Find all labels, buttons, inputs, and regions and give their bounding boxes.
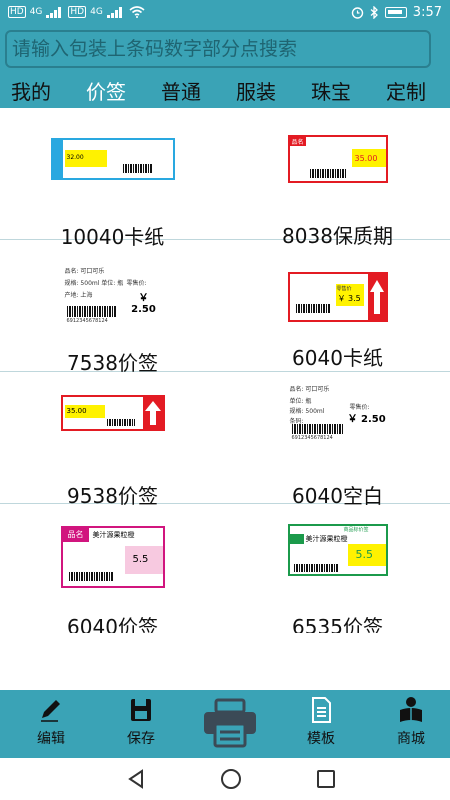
floppy-disk-icon xyxy=(131,699,151,721)
network-type: 4G xyxy=(29,7,43,17)
network-type-2: 4G xyxy=(90,7,103,17)
tab-mine[interactable]: 我的 xyxy=(11,76,51,105)
label-price-text: 35.00 xyxy=(354,154,378,163)
template-row: 品名: 可口可乐 规格: 500ml 单位: 瓶 产地: 上海 零售价: ￥ 2… xyxy=(0,240,450,375)
label-line: 规格: 500ml 单位: 瓶 xyxy=(64,280,124,287)
tab-jewelry[interactable]: 珠宝 xyxy=(311,76,351,105)
bottom-nav: 编辑 保存 模板 商城 xyxy=(0,690,450,758)
header: 我的 价签 普通 服装 珠宝 定制 xyxy=(0,28,450,108)
nav-mall[interactable]: 商城 xyxy=(376,696,446,748)
template-preview-7538: 品名: 可口可乐 规格: 500ml 单位: 瓶 产地: 上海 零售价: ￥ 2… xyxy=(62,262,163,328)
recents-icon[interactable] xyxy=(316,768,336,790)
status-bar: HD 4G HD 4G 3:57 xyxy=(0,0,450,28)
label-price-text: 32.00 xyxy=(66,154,84,161)
label-price-text: 5.5 xyxy=(355,548,374,561)
label-product: 美汁源果粒橙 xyxy=(305,535,348,543)
back-icon[interactable] xyxy=(126,768,146,790)
label-price-text: ￥ 2.50 xyxy=(347,414,386,425)
label-header: 商品标价签 xyxy=(343,527,369,533)
label-barcode-number: 6912345678124 xyxy=(291,435,333,441)
nav-mall-label: 商城 xyxy=(397,731,425,747)
template-grid: 32.00 10040卡纸 品名 35.00 8038保质期 品名: 可口可乐 … xyxy=(0,108,450,633)
template-preview-6040-blank: 品名: 可口可乐 单位: 瓶 规格: 500ml 条码: 零售价: ￥ 2.50… xyxy=(287,378,388,444)
tab-price-tags[interactable]: 价签 xyxy=(86,76,126,105)
template-card[interactable]: 品名 美汁源果粒橙 5.5 6040价签 xyxy=(0,504,225,633)
label-line: 规格: 500ml xyxy=(289,408,325,415)
search-box[interactable] xyxy=(5,30,431,68)
nav-save-label: 保存 xyxy=(127,731,155,747)
label-price-text: 35.00 xyxy=(66,407,87,415)
up-arrow-icon xyxy=(369,280,384,314)
tab-custom[interactable]: 定制 xyxy=(386,76,426,105)
label-line: 零售价: xyxy=(126,280,147,287)
system-navigation-bar xyxy=(0,758,450,800)
document-icon xyxy=(312,697,331,723)
template-row: 32.00 10040卡纸 品名 35.00 8038保质期 xyxy=(0,108,450,249)
template-card[interactable]: 品名 35.00 8038保质期 xyxy=(225,108,450,248)
template-preview-10040: 32.00 xyxy=(50,138,175,180)
status-right-indicators: 3:57 xyxy=(351,5,442,20)
status-left-indicators: HD 4G HD 4G xyxy=(8,6,145,18)
template-name: 6040卡纸 xyxy=(292,346,383,370)
template-card[interactable]: 32.00 10040卡纸 xyxy=(0,108,225,249)
template-preview-9538: 35.00 xyxy=(60,395,165,431)
category-tabs: 我的 价签 普通 服装 珠宝 定制 xyxy=(0,74,450,108)
label-price-text: ￥ 3.5 xyxy=(337,294,361,303)
label-pinming: 品名 xyxy=(62,528,89,542)
tab-normal[interactable]: 普通 xyxy=(161,76,201,105)
pencil-icon xyxy=(41,700,60,722)
nav-template-label: 模板 xyxy=(307,731,335,747)
nav-template[interactable]: 模板 xyxy=(286,696,356,748)
label-line: 品名: 可口可乐 xyxy=(64,268,105,275)
template-card[interactable]: 品名: 可口可乐 单位: 瓶 规格: 500ml 条码: 零售价: ￥ 2.50… xyxy=(225,372,450,508)
template-card[interactable]: 35.00 9538价签 xyxy=(0,372,225,508)
template-name: 6535价签 xyxy=(292,615,383,633)
battery-icon xyxy=(384,7,407,18)
template-card[interactable]: 品名: 可口可乐 规格: 500ml 单位: 瓶 产地: 上海 零售价: ￥ 2… xyxy=(0,240,225,375)
label-barcode-number: 6912345678124 xyxy=(66,318,108,324)
template-card[interactable]: 零售价 ￥ 3.5 6040卡纸 xyxy=(225,240,450,372)
template-row: 品名 美汁源果粒橙 5.5 6040价签 商品标价签 美汁源果粒橙 5.5 65… xyxy=(0,504,450,633)
wifi-icon xyxy=(129,6,145,18)
label-line: 品名: 可口可乐 xyxy=(289,386,330,393)
label-price-text: ￥ 2.50 xyxy=(131,293,156,315)
search-input[interactable] xyxy=(7,32,429,66)
shop-reader-icon xyxy=(400,697,422,722)
label-line: 零售价 xyxy=(336,286,352,292)
template-name: 6040价签 xyxy=(67,615,158,633)
template-card[interactable]: 商品标价签 美汁源果粒橙 5.5 6535价签 xyxy=(225,504,450,633)
label-line: 产地: 上海 xyxy=(64,292,93,299)
home-icon[interactable] xyxy=(220,768,242,790)
alarm-icon xyxy=(351,7,363,19)
hd-badge: HD xyxy=(8,6,26,18)
nav-save[interactable]: 保存 xyxy=(106,696,176,748)
hd-badge-2: HD xyxy=(68,6,87,18)
nav-edit-label: 编辑 xyxy=(37,731,65,747)
app-screen: HD 4G HD 4G 3:57 我的 价签 普通 服装 珠宝 定制 xyxy=(0,0,450,800)
printer-icon[interactable] xyxy=(200,698,260,748)
status-time: 3:57 xyxy=(412,5,442,20)
template-preview-8038: 品名 35.00 xyxy=(287,135,388,183)
up-arrow-icon xyxy=(144,401,161,425)
label-line: 单位: 瓶 xyxy=(289,398,312,405)
label-price-text: 5.5 xyxy=(132,554,149,565)
label-pinming: 品名 xyxy=(289,137,306,146)
template-row: 35.00 9538价签 品名: 可口可乐 单位: 瓶 规格: 500ml 条码… xyxy=(0,372,450,508)
nav-edit[interactable]: 编辑 xyxy=(16,696,86,748)
template-preview-6040-magenta: 品名 美汁源果粒橙 5.5 xyxy=(60,526,165,588)
template-preview-6040: 零售价 ￥ 3.5 xyxy=(287,272,388,322)
signal-icon xyxy=(46,6,64,18)
template-preview-6535: 商品标价签 美汁源果粒橙 5.5 xyxy=(287,524,388,576)
label-product: 美汁源果粒橙 xyxy=(92,531,135,539)
bluetooth-icon xyxy=(370,6,378,19)
signal-icon-2 xyxy=(106,6,125,18)
tab-clothing[interactable]: 服装 xyxy=(236,76,276,105)
